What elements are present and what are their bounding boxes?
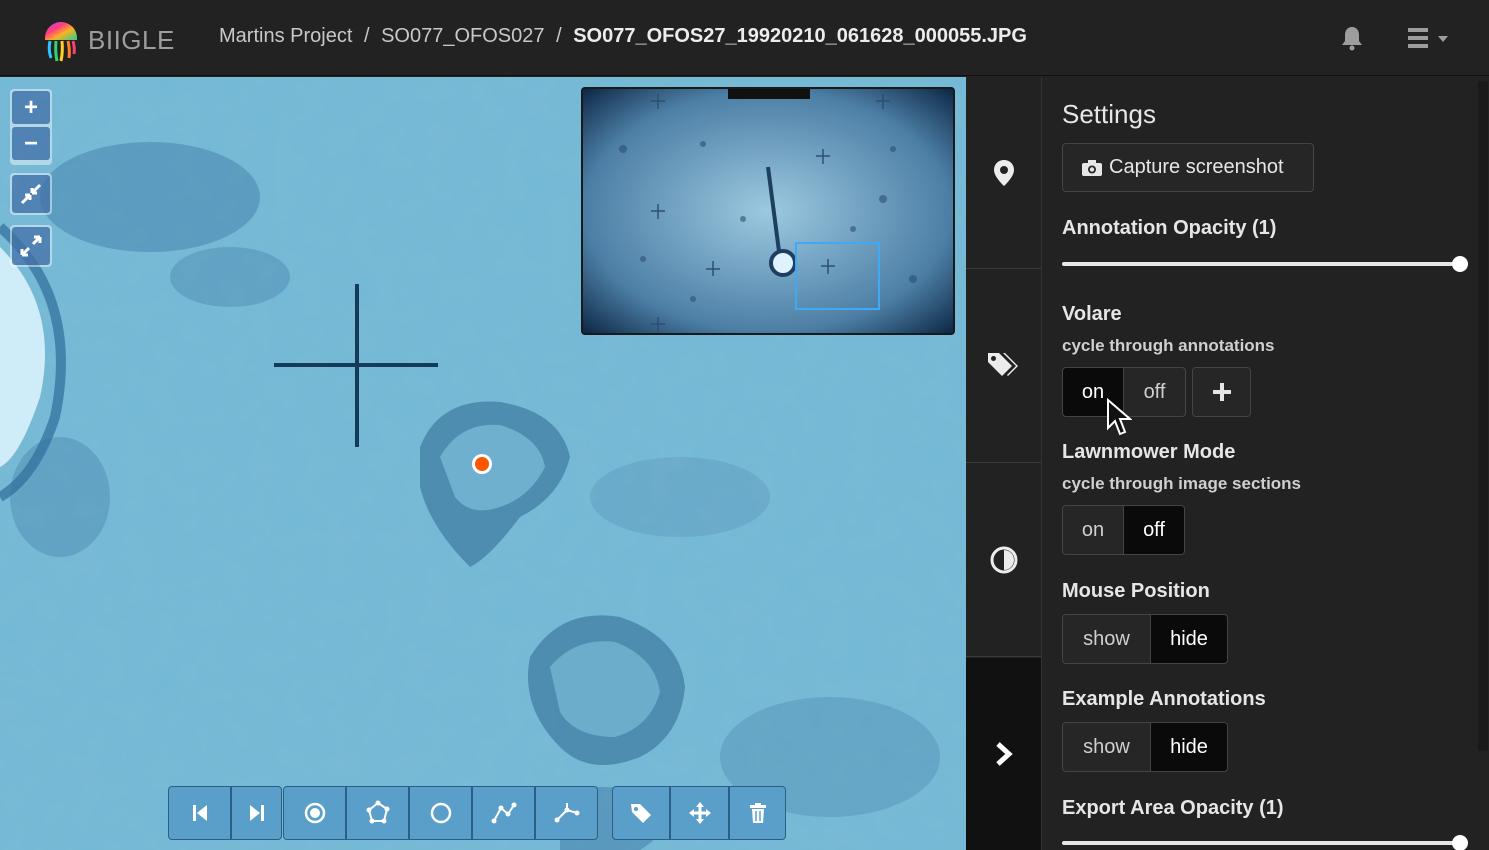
biigle-logo-icon	[45, 22, 77, 62]
compress-icon	[20, 183, 42, 205]
breadcrumb-volume[interactable]: SO077_OFOS027	[381, 25, 544, 47]
point-tool-button[interactable]	[283, 786, 346, 840]
scrollbar[interactable]	[1478, 81, 1488, 751]
mouse-position-show-button[interactable]: show	[1062, 614, 1151, 664]
lawnmower-toggle: on off	[1062, 505, 1185, 555]
delete-annotation-button[interactable]	[729, 786, 786, 840]
settings-title: Settings	[1062, 99, 1156, 129]
mouse-position-label: Mouse Position	[1062, 580, 1210, 602]
minimap[interactable]	[581, 87, 955, 335]
minimap-image	[583, 89, 953, 333]
previous-image-button[interactable]	[168, 786, 231, 840]
mouse-cursor-icon	[1107, 398, 1132, 436]
example-annotations-toggle: show hide	[1062, 722, 1228, 772]
navigation-toolbar	[168, 786, 282, 840]
volare-label: Volare	[1062, 303, 1122, 325]
capture-screenshot-label: Capture screenshot	[1109, 156, 1284, 178]
example-annotations-show-button[interactable]: show	[1062, 722, 1151, 772]
move-icon	[688, 802, 711, 824]
drawing-toolbar	[283, 786, 598, 840]
next-image-button[interactable]	[231, 786, 282, 840]
zoom-control: + −	[10, 89, 52, 165]
mouse-position-toggle: show hide	[1062, 614, 1228, 664]
attach-label-button[interactable]	[612, 786, 670, 840]
bell-icon[interactable]	[1340, 25, 1364, 51]
breadcrumb-separator: /	[556, 25, 562, 47]
volare-sublabel: cycle through annotations	[1062, 336, 1275, 355]
zoom-in-button[interactable]: +	[12, 91, 50, 124]
polygon-icon	[366, 800, 389, 824]
example-annotations-hide-button[interactable]: hide	[1151, 722, 1228, 772]
lawnmower-on-button[interactable]: on	[1062, 505, 1124, 555]
slider-handle[interactable]	[1452, 835, 1468, 850]
adjust-icon	[990, 546, 1017, 574]
tag-icon	[631, 804, 651, 823]
point-icon	[304, 802, 325, 824]
capture-screenshot-button[interactable]: Capture screenshot	[1062, 143, 1314, 192]
lawnmower-sublabel: cycle through image sections	[1062, 474, 1302, 493]
sidebar-tabs	[966, 77, 1041, 850]
plus-icon	[1212, 383, 1231, 401]
map-marker-icon	[993, 159, 1014, 186]
zoom-out-button[interactable]: −	[12, 127, 50, 160]
camera-icon	[1082, 159, 1102, 176]
export-area-opacity-label: Export Area Opacity (1)	[1062, 797, 1284, 819]
fullscreen-button[interactable]	[12, 227, 50, 265]
circle-icon	[430, 802, 451, 824]
annotation-opacity-slider[interactable]	[1062, 256, 1468, 272]
volare-add-button[interactable]	[1192, 367, 1251, 417]
mouse-position-hide-button[interactable]: hide	[1151, 614, 1228, 664]
menu-icon[interactable]	[1408, 27, 1452, 49]
step-backward-icon	[192, 805, 207, 821]
breadcrumb-project[interactable]: Martins Project	[219, 25, 352, 47]
image-viewer[interactable]: + −	[0, 77, 966, 850]
settings-panel: Settings Capture screenshot Annotation O…	[1041, 77, 1489, 850]
polygon-tool-button[interactable]	[346, 786, 409, 840]
zoom-to-native-control	[10, 173, 52, 215]
volare-off-button[interactable]: off	[1124, 367, 1186, 417]
top-navbar: BIIGLE Martins Project / SO077_OFOS027 /…	[0, 0, 1489, 76]
move-annotation-button[interactable]	[670, 786, 729, 840]
breadcrumb-separator: /	[363, 25, 370, 47]
trash-icon	[749, 803, 766, 823]
export-area-opacity-slider[interactable]	[1062, 835, 1468, 850]
fullscreen-icon	[20, 235, 42, 257]
fullscreen-control	[10, 225, 52, 267]
chevron-right-icon	[995, 742, 1013, 766]
breadcrumb: Martins Project / SO077_OFOS027 / SO077_…	[219, 25, 1027, 48]
tab-labels[interactable]	[966, 270, 1041, 463]
lawnmower-label: Lawnmower Mode	[1062, 441, 1236, 463]
annotation-opacity-label: Annotation Opacity (1)	[1062, 217, 1277, 239]
measure-tool-button[interactable]	[535, 786, 598, 840]
tags-icon	[987, 353, 1018, 376]
lawnmower-off-button[interactable]: off	[1124, 505, 1185, 555]
edit-toolbar	[612, 786, 786, 840]
tab-collapse[interactable]	[966, 658, 1041, 850]
brand[interactable]: BIIGLE	[42, 18, 175, 62]
linestring-icon	[491, 802, 516, 824]
brand-name: BIIGLE	[88, 24, 175, 55]
example-annotations-label: Example Annotations	[1062, 688, 1266, 710]
tab-color-adjustment[interactable]	[966, 464, 1041, 657]
slider-handle[interactable]	[1452, 256, 1468, 272]
circle-tool-button[interactable]	[409, 786, 472, 840]
zoom-to-native-button[interactable]	[12, 175, 50, 213]
breadcrumb-image: SO077_OFOS27_19920210_061628_000055.JPG	[573, 25, 1027, 47]
step-forward-icon	[249, 805, 264, 821]
measure-icon	[554, 803, 579, 823]
linestring-tool-button[interactable]	[472, 786, 535, 840]
tab-annotations[interactable]	[966, 77, 1041, 269]
